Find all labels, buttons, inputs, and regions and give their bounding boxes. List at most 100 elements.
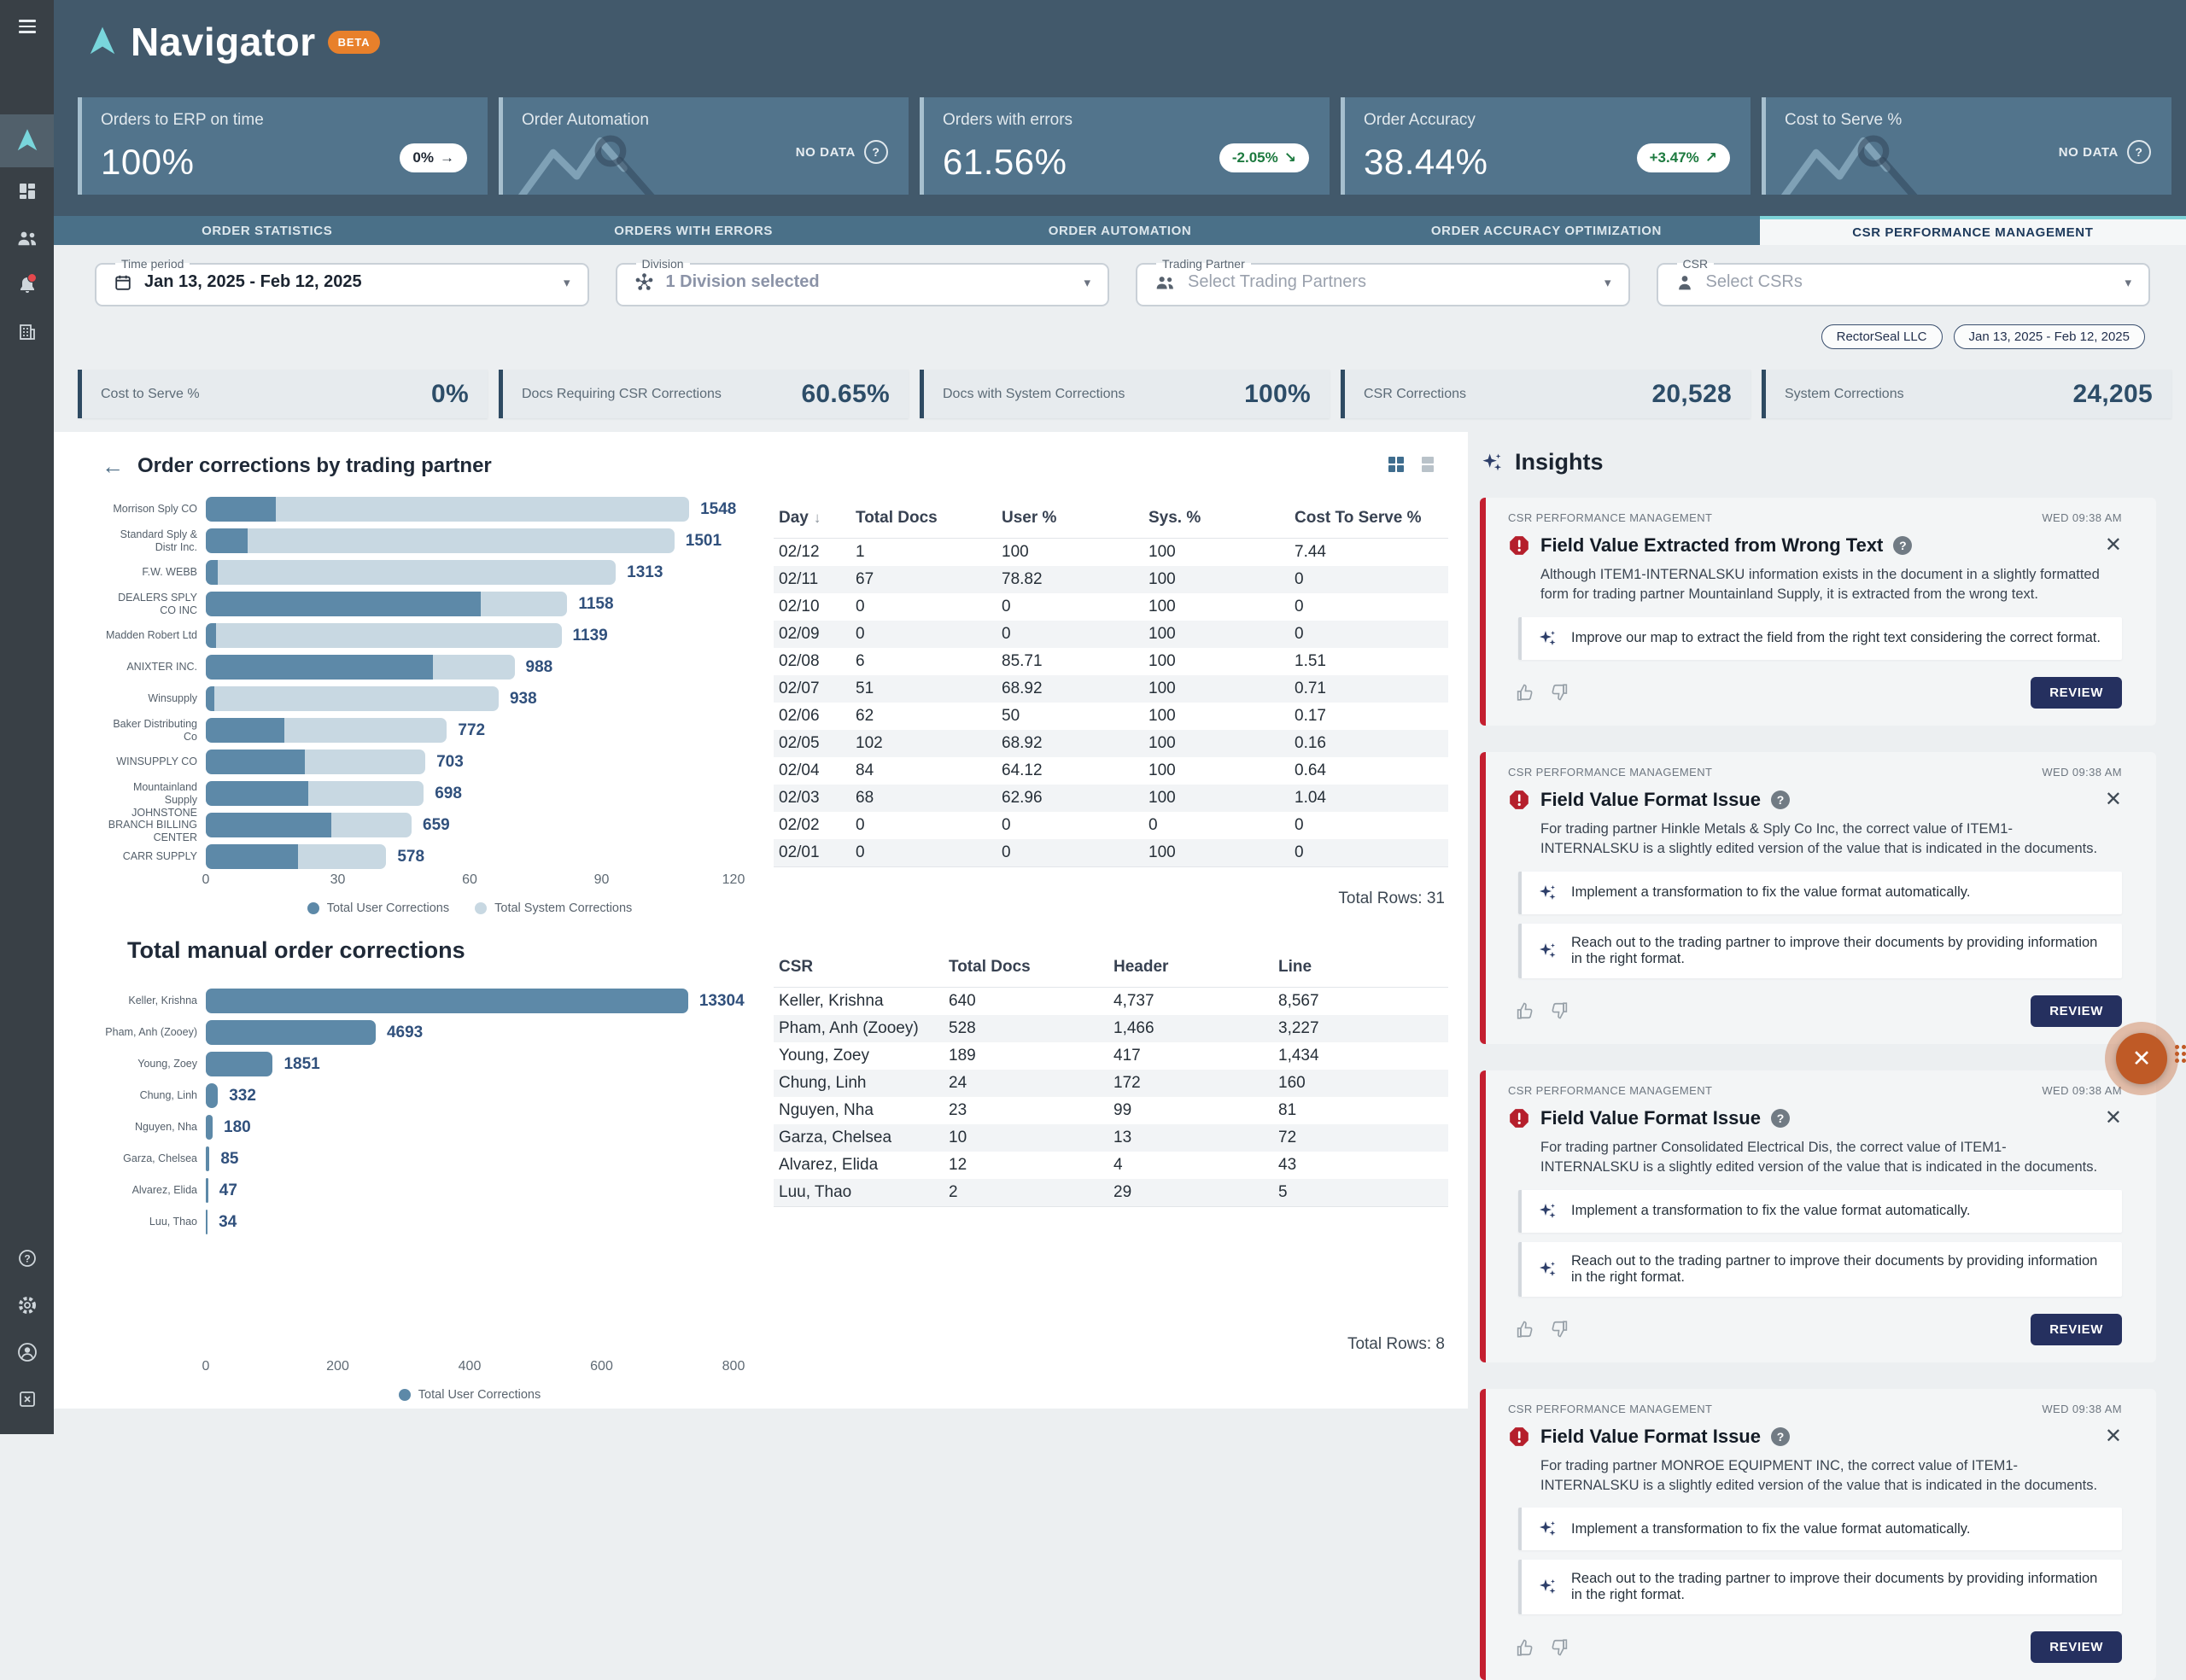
sidebar-item-users[interactable] [0,214,54,261]
sidebar-item-dashboard[interactable] [0,167,54,214]
floating-close-button[interactable]: ✕ [2116,1033,2167,1084]
stacked-bar[interactable] [206,750,425,774]
kpi-order-automation[interactable]: Order Automation NO DATA ? [499,97,909,195]
help-icon[interactable]: ? [1771,790,1790,809]
back-arrow-icon[interactable]: ← [102,455,124,477]
chart-bar-row[interactable]: F.W. WEBB 1313 [102,557,785,588]
user-corrections-bar[interactable] [206,1052,272,1076]
close-icon[interactable]: ✕ [2105,1108,2122,1129]
help-icon[interactable]: ? [0,1234,54,1281]
menu-icon[interactable] [0,14,54,39]
chart-bar-row[interactable]: Keller, Krishna 13304 [102,985,785,1017]
stacked-bar[interactable] [206,718,447,743]
suggestion-item[interactable]: Improve our map to extract the field fro… [1518,617,2122,660]
column-cost-to-serve[interactable]: Cost To Serve % [1289,509,1441,528]
thumbs-up-icon[interactable] [1517,1001,1535,1020]
trading-partner-select[interactable]: Trading Partner Select Trading Partners … [1136,257,1630,306]
sidebar-item-organization[interactable] [0,308,54,355]
user-corrections-bar[interactable] [206,1020,376,1045]
chart-bar-row[interactable]: Alvarez, Elida 47 [102,1175,785,1206]
help-icon[interactable]: ? [2127,140,2151,164]
stacked-bar[interactable] [206,813,412,837]
review-button[interactable]: REVIEW [2031,1631,2122,1663]
chart-bar-row[interactable]: Winsupply 938 [102,683,785,715]
table-row[interactable]: 02/04 84 64.12 100 0.64 [774,757,1448,785]
chart-bar-row[interactable]: Luu, Thao 34 [102,1206,785,1238]
thumbs-up-icon[interactable] [1517,1320,1535,1339]
stacked-bar[interactable] [206,686,499,711]
table-row[interactable]: 02/09 0 0 100 0 [774,621,1448,648]
chart-bar-row[interactable]: Chung, Linh 332 [102,1080,785,1111]
close-icon[interactable]: ✕ [2105,790,2122,810]
help-icon[interactable]: ? [864,140,888,164]
table-row[interactable]: Pham, Anh (Zooey) 528 1,466 3,227 [774,1015,1448,1042]
chart-bar-row[interactable]: Standard Sply & Distr Inc. 1501 [102,525,785,557]
table-row[interactable]: Keller, Krishna 640 4,737 8,567 [774,988,1448,1015]
chart-bar-row[interactable]: WINSUPPLY CO 703 [102,746,785,778]
column-sys-pct[interactable]: Sys. % [1143,509,1289,528]
tab-order-automation[interactable]: ORDER AUTOMATION [907,216,1333,245]
table-row[interactable]: 02/08 6 85.71 100 1.51 [774,648,1448,675]
column-user-pct[interactable]: User % [997,509,1143,528]
suggestion-item[interactable]: Implement a transformation to fix the va… [1518,1508,2122,1550]
column-header[interactable]: Header [1108,958,1273,977]
review-button[interactable]: REVIEW [2031,995,2122,1027]
thumbs-up-icon[interactable] [1517,1638,1535,1657]
suggestion-item[interactable]: Reach out to the trading partner to impr… [1518,1242,2122,1297]
settings-gear-icon[interactable] [0,1281,54,1328]
exit-app-icon[interactable] [0,1375,54,1422]
table-row[interactable]: 02/03 68 62.96 100 1.04 [774,785,1448,812]
thumbs-up-icon[interactable] [1517,683,1535,702]
table-row[interactable]: 02/11 67 78.82 100 0 [774,566,1448,593]
table-row[interactable]: 02/01 0 0 100 0 [774,839,1448,866]
chart-bar-row[interactable]: Baker Distributing Co 772 [102,715,785,746]
review-button[interactable]: REVIEW [2031,677,2122,709]
stacked-bar[interactable] [206,781,424,806]
suggestion-item[interactable]: Implement a transformation to fix the va… [1518,1190,2122,1233]
thumbs-down-icon[interactable] [1549,1638,1568,1657]
tab-orders-with-errors[interactable]: ORDERS WITH ERRORS [480,216,906,245]
table-row[interactable]: Alvarez, Elida 12 4 43 [774,1152,1448,1179]
csr-select[interactable]: CSR Select CSRs ▾ [1657,257,2151,306]
close-icon[interactable]: ✕ [2105,1426,2122,1447]
tab-order-statistics[interactable]: ORDER STATISTICS [54,216,480,245]
suggestion-item[interactable]: Reach out to the trading partner to impr… [1518,1560,2122,1614]
notifications-bell-icon[interactable] [0,261,54,308]
sidebar-item-navigator[interactable] [0,114,54,167]
user-corrections-bar[interactable] [206,1146,209,1171]
column-csr[interactable]: CSR [774,958,944,977]
user-corrections-bar[interactable] [206,1115,213,1140]
stacked-bar[interactable] [206,497,689,522]
chart-bar-row[interactable]: Mountainland Supply 698 [102,778,785,809]
tab-order-accuracy-optimization[interactable]: ORDER ACCURACY OPTIMIZATION [1333,216,1759,245]
chart-bar-row[interactable]: Madden Robert Ltd 1139 [102,620,785,651]
table-row[interactable]: 02/06 62 50 100 0.17 [774,703,1448,730]
table-row[interactable]: Chung, Linh 24 172 160 [774,1070,1448,1097]
chart-bar-row[interactable]: Nguyen, Nha 180 [102,1111,785,1143]
suggestion-item[interactable]: Reach out to the trading partner to impr… [1518,924,2122,978]
column-line[interactable]: Line [1273,958,1441,977]
stacked-bar[interactable] [206,655,515,680]
table-row[interactable]: 02/10 0 0 100 0 [774,593,1448,621]
table-row[interactable]: 02/02 0 0 0 0 [774,812,1448,839]
stacked-bar[interactable] [206,592,567,616]
kpi-orders-to-erp[interactable]: Orders to ERP on time 100% 0%→ [78,97,488,195]
column-total-docs[interactable]: Total Docs [850,509,997,528]
column-day[interactable]: Day↓ [774,509,850,528]
stacked-bar[interactable] [206,844,386,869]
kpi-order-accuracy[interactable]: Order Accuracy 38.44% +3.47%↗ [1341,97,1751,195]
time-period-select[interactable]: Time period Jan 13, 2025 - Feb 12, 2025 … [95,257,589,306]
stacked-bar[interactable] [206,560,616,585]
user-corrections-bar[interactable] [206,1210,207,1234]
thumbs-down-icon[interactable] [1549,1320,1568,1339]
help-icon[interactable]: ? [1771,1427,1790,1446]
help-icon[interactable]: ? [1771,1109,1790,1128]
kpi-cost-to-serve[interactable]: Cost to Serve % NO DATA ? [1762,97,2171,195]
chart-bar-row[interactable]: ANIXTER INC. 988 [102,651,785,683]
chart-bar-row[interactable]: JOHNSTONE BRANCH BILLING CENTER 659 [102,809,785,841]
chart-bar-row[interactable]: Young, Zoey 1851 [102,1048,785,1080]
review-button[interactable]: REVIEW [2031,1314,2122,1345]
stacked-bar[interactable] [206,528,675,553]
kpi-orders-with-errors[interactable]: Orders with errors 61.56% -2.05%↘ [920,97,1330,195]
chart-bar-row[interactable]: Garza, Chelsea 85 [102,1143,785,1175]
